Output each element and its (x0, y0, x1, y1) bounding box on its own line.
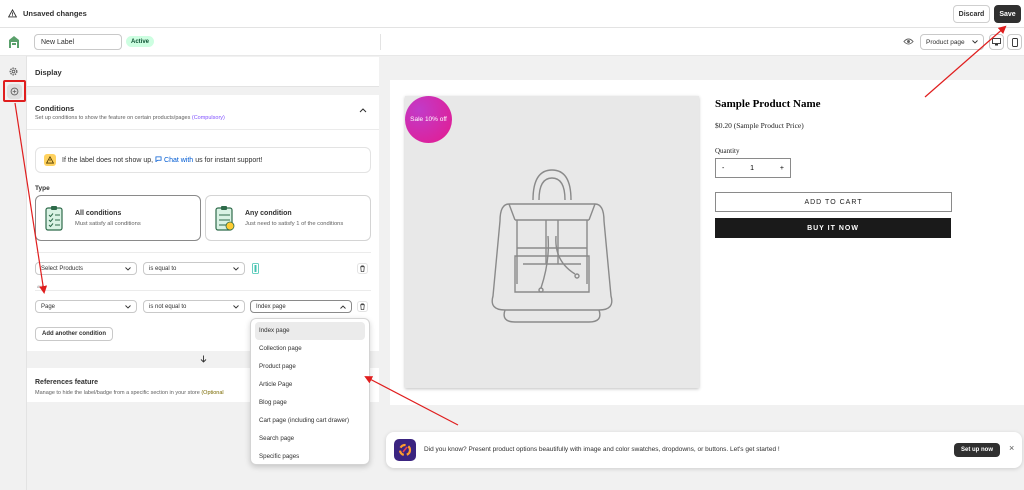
warning-icon (44, 154, 56, 166)
condition-field-select[interactable]: Page (35, 300, 137, 313)
save-button[interactable]: Save (994, 5, 1021, 23)
quantity-value[interactable]: 1 (750, 165, 754, 172)
and-label: AND (37, 285, 45, 289)
backpack-illustration (491, 169, 613, 323)
option-index-page[interactable]: Index page (255, 322, 365, 340)
page-title: Unsaved changes (23, 9, 87, 18)
label-name-input[interactable]: New Label (34, 34, 122, 50)
condition-field-value: Select Products (41, 265, 84, 272)
promo-message: Did you know? Present product options be… (424, 446, 780, 453)
option-specific-pages[interactable]: Specific pages (255, 447, 365, 465)
conditions-title: Conditions (35, 104, 75, 113)
page-value-select[interactable]: Index page (250, 300, 352, 313)
references-subtitle-text: Manage to hide the label/badge from a sp… (35, 390, 200, 396)
references-title: References feature (35, 379, 99, 386)
condition-operator-value: is not equal to (149, 303, 187, 310)
condition-field-select[interactable]: Select Products (35, 262, 137, 275)
display-section[interactable]: Display (27, 57, 379, 87)
left-rail (0, 56, 27, 490)
conditions-subtitle: Set up conditions to show the feature on… (35, 115, 225, 121)
app-logo-icon (6, 34, 22, 50)
card-title: All conditions (75, 210, 122, 217)
card-title: Any condition (245, 210, 292, 217)
add-to-cart-button[interactable]: ADD TO CART (715, 192, 952, 212)
all-conditions-card[interactable]: All conditions Must satisfy all conditio… (35, 195, 201, 241)
option-cart-page[interactable]: Cart page (including cart drawer) (255, 411, 365, 429)
condition-operator-select[interactable]: is not equal to (143, 300, 245, 313)
sale-label-badge: Sale 10% off (405, 96, 452, 143)
option-product-page[interactable]: Product page (255, 358, 365, 376)
divider (35, 290, 371, 291)
app-promo-icon (394, 439, 416, 461)
chat-link[interactable]: Chat with (155, 156, 193, 164)
status-badge: Active (126, 36, 155, 47)
product-name: Sample Product Name (715, 98, 821, 110)
condition-operator-value: is equal to (149, 265, 177, 272)
gear-icon[interactable] (8, 66, 19, 77)
quantity-label: Quantity (715, 147, 740, 155)
discard-button[interactable]: Discard (953, 5, 990, 23)
page-type-select[interactable]: Product page (920, 34, 984, 50)
card-subtitle: Just need to satisfy 1 of the conditions (245, 221, 344, 227)
target-icon (7, 83, 22, 99)
trash-icon[interactable] (357, 301, 368, 312)
chevron-up-icon[interactable] (359, 107, 367, 113)
compulsory-tag: (Compulsory) (191, 115, 225, 121)
condition-field-value: Page (41, 303, 56, 310)
checklist-icon (215, 206, 235, 231)
type-label: Type (35, 185, 50, 192)
references-subtitle: Manage to hide the label/badge from a sp… (35, 390, 259, 396)
condition-operator-select[interactable]: is equal to (143, 262, 245, 275)
mobile-view-icon[interactable] (1007, 34, 1022, 50)
desktop-view-icon[interactable] (989, 34, 1004, 50)
card-subtitle: Must satisfy all conditions (75, 221, 141, 227)
conditions-rail-button[interactable] (3, 80, 26, 102)
support-banner: If the label does not show up, Chat with… (35, 147, 371, 173)
display-section-title: Display (35, 68, 62, 77)
support-banner-suffix: us for instant support! (195, 156, 263, 164)
page-options-dropdown: Index page Collection page Product page … (250, 318, 370, 465)
set-up-now-button[interactable]: Set up now (954, 443, 1000, 457)
promo-toast: Did you know? Present product options be… (386, 432, 1022, 468)
chevron-down-icon (125, 304, 131, 309)
eye-icon[interactable] (903, 37, 914, 46)
trash-icon[interactable] (357, 263, 368, 274)
divider (27, 129, 379, 130)
quantity-stepper: - 1 + (715, 158, 791, 178)
any-condition-card[interactable]: Any condition Just need to satisfy 1 of … (205, 195, 371, 241)
option-blog-page[interactable]: Blog page (255, 394, 365, 412)
chat-link-label: Chat with (164, 157, 194, 164)
chevron-down-icon (233, 266, 239, 271)
support-banner-text: If the label does not show up, (62, 156, 154, 164)
divider (35, 252, 371, 253)
quantity-plus-button[interactable]: + (780, 165, 784, 172)
chevron-up-icon (340, 304, 346, 309)
chevron-down-icon (972, 40, 978, 44)
product-picker-icon[interactable] (252, 263, 259, 274)
chevron-down-icon (233, 304, 239, 309)
top-bar: Unsaved changes (0, 0, 1024, 28)
conditions-subtitle-text: Set up conditions to show the feature on… (35, 115, 191, 121)
add-condition-button[interactable]: Add another condition (35, 327, 113, 341)
option-search-page[interactable]: Search page (255, 429, 365, 447)
chat-icon (155, 156, 162, 163)
buy-now-button[interactable]: BUY IT NOW (715, 218, 951, 238)
quantity-minus-button[interactable]: - (722, 165, 724, 172)
checklist-icon (45, 206, 63, 231)
product-price: $0.20 (Sample Product Price) (715, 121, 804, 130)
page-value-current: Index page (256, 303, 286, 310)
header-divider (380, 34, 381, 50)
conditions-section: Conditions Set up conditions to show the… (27, 95, 379, 351)
page-type-select-value: Product page (926, 38, 965, 46)
close-icon[interactable]: × (1009, 443, 1014, 453)
warning-icon (8, 9, 17, 18)
product-image (405, 96, 699, 388)
option-article-page[interactable]: Article Page (255, 376, 365, 394)
chevron-down-icon (125, 266, 131, 271)
optional-tag: (Optional (201, 390, 224, 396)
option-collection-page[interactable]: Collection page (255, 340, 365, 358)
